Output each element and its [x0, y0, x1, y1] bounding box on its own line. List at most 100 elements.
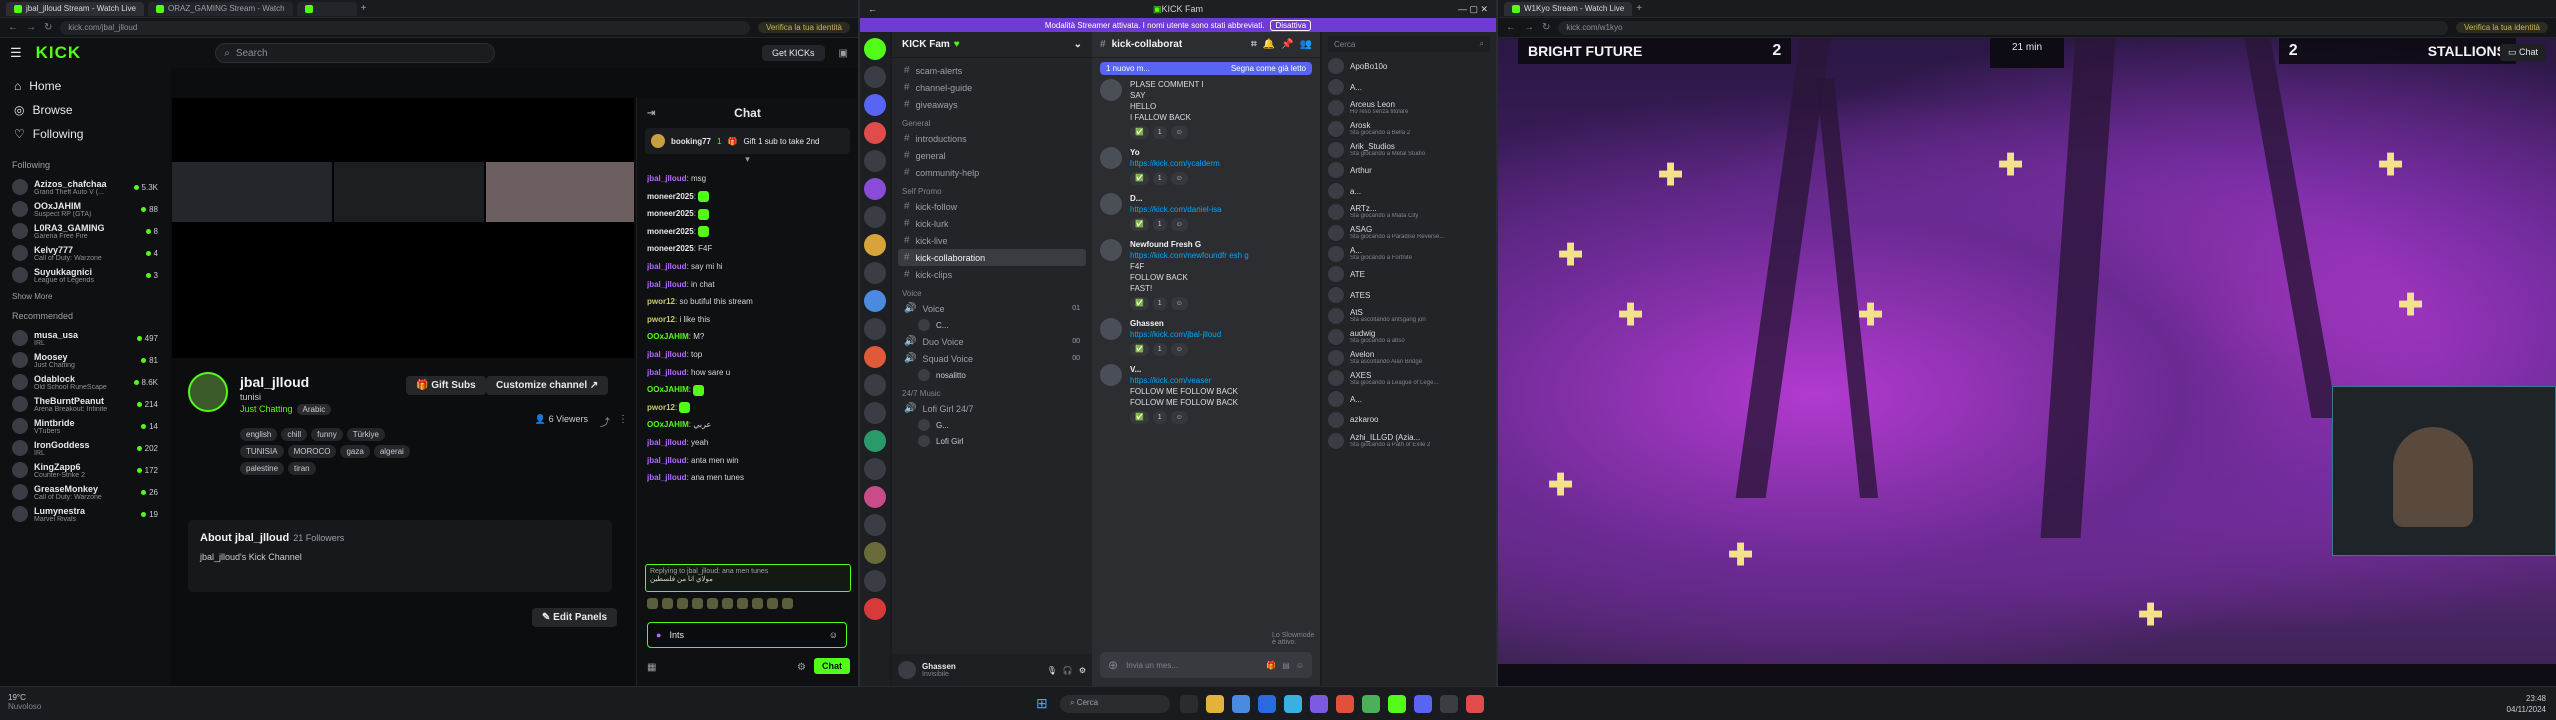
taskbar-app-icon[interactable]	[1284, 695, 1302, 713]
server-icon[interactable]	[864, 318, 886, 340]
new-tab-icon[interactable]: +	[361, 3, 367, 14]
gif-icon[interactable]: ▤	[1282, 661, 1290, 670]
server-icon[interactable]	[864, 66, 886, 88]
nav-browse[interactable]: ◎ Browse	[8, 98, 162, 122]
member-item[interactable]: Arceus Leon Ho reso senza titolare	[1328, 98, 1490, 119]
add-attachment-icon[interactable]: ⊕	[1108, 658, 1118, 672]
taskbar-app-icon[interactable]	[1466, 695, 1484, 713]
sidebar-channel-item[interactable]: Suyukkagnici League of Legends 3	[8, 264, 162, 286]
member-item[interactable]: Arthur	[1328, 160, 1490, 181]
member-item[interactable]: ARTz... Sta giocando a Miata City	[1328, 202, 1490, 223]
back-icon[interactable]: ←	[8, 22, 18, 33]
chat-username[interactable]: OOxJAHIM	[647, 385, 689, 394]
chat-username[interactable]: OOxJAHIM	[647, 420, 689, 429]
member-item[interactable]: ATE	[1328, 264, 1490, 285]
message-link[interactable]: https://kick.com/jbal-jlloud	[1130, 329, 1221, 340]
avatar[interactable]	[1100, 193, 1122, 215]
server-icon[interactable]	[864, 262, 886, 284]
emote-icon[interactable]	[662, 598, 673, 609]
avatar[interactable]	[1100, 364, 1122, 386]
back-icon[interactable]: ←	[1506, 22, 1516, 33]
system-clock[interactable]: 23:48 04/11/2024	[2507, 693, 2546, 715]
tag-chip[interactable]: gaza	[340, 445, 370, 458]
reaction-chip[interactable]: ✅	[1130, 297, 1149, 310]
channel-item[interactable]: # community-help	[898, 164, 1086, 181]
tag-chip[interactable]: palestine	[240, 462, 285, 475]
emote-icon[interactable]	[677, 598, 688, 609]
voice-user[interactable]: G...	[898, 417, 1086, 433]
taskbar-app-icon[interactable]	[1232, 695, 1250, 713]
channel-item[interactable]: # general	[898, 147, 1086, 164]
member-item[interactable]: Azhi_ILLGD (Azia... Sta giocando a Path o…	[1328, 430, 1490, 451]
nav-following[interactable]: ♡ Following	[8, 122, 162, 146]
channel-item[interactable]: # scam-alerts	[898, 62, 1086, 79]
emote-icon[interactable]	[647, 598, 658, 609]
tag-chip[interactable]: Türkiye	[346, 428, 385, 441]
reload-icon[interactable]: ↻	[44, 22, 52, 33]
taskbar-search[interactable]: ⌕ Cerca	[1060, 695, 1170, 713]
server-icon[interactable]	[864, 570, 886, 592]
reload-icon[interactable]: ↻	[1542, 22, 1550, 33]
chat-username[interactable]: moneer2025	[647, 192, 694, 201]
headphones-icon[interactable]: 🎧	[1063, 666, 1073, 675]
pinned-gift-banner[interactable]: booking77 1 🎁 Gift 1 sub to take 2nd	[645, 128, 850, 154]
edit-panels-button[interactable]: ✎ Edit Panels	[532, 608, 618, 627]
sidebar-channel-item[interactable]: OOxJAHIM Suspect RP (GTA) 88	[8, 198, 162, 220]
customize-channel-button[interactable]: Customize channel ↗	[486, 376, 609, 395]
nav-home[interactable]: ⌂ Home	[8, 74, 162, 98]
reaction-chip[interactable]: ✅	[1130, 218, 1149, 231]
tag-chip[interactable]: chill	[281, 428, 308, 441]
channel-category[interactable]: General	[898, 113, 1086, 130]
collapse-chat-icon[interactable]: ⇥	[647, 108, 655, 119]
message-link[interactable]: https://kick.com/ycalderm	[1130, 158, 1220, 169]
avatar[interactable]	[1100, 318, 1122, 340]
sidebar-channel-item[interactable]: Azizos_chafchaa Grand Theft Auto V (... 5.…	[8, 176, 162, 198]
voice-channel[interactable]: 🔊 Duo Voice 00	[898, 333, 1086, 350]
taskbar-app-icon[interactable]	[1310, 695, 1328, 713]
reaction-chip[interactable]: 1	[1152, 343, 1167, 356]
tag-chip[interactable]: TUNISIA	[240, 445, 284, 458]
user-menu-icon[interactable]: ▣	[839, 48, 848, 59]
search-input[interactable]: ⌕ Search	[215, 43, 496, 63]
server-icon[interactable]	[864, 346, 886, 368]
emote-icon[interactable]	[737, 598, 748, 609]
server-icon[interactable]	[864, 486, 886, 508]
video-player[interactable]	[172, 98, 634, 358]
voice-user[interactable]: C...	[898, 317, 1086, 333]
reaction-chip[interactable]: ✅	[1130, 126, 1149, 139]
hamburger-menu-icon[interactable]: ☰	[10, 45, 22, 61]
voice-channel[interactable]: 🔊 Lofi Girl 24/7	[898, 400, 1086, 417]
server-icon[interactable]	[864, 122, 886, 144]
chat-username[interactable]: moneer2025	[647, 209, 694, 218]
chat-username[interactable]: pwor12	[647, 403, 675, 412]
back-icon[interactable]: ←	[868, 4, 877, 14]
server-icon[interactable]	[864, 402, 886, 424]
channel-category[interactable]: 24/7 Music	[898, 383, 1086, 400]
server-icon[interactable]	[864, 178, 886, 200]
open-chat-button[interactable]: ▭ Chat	[2499, 44, 2546, 61]
tag-chip[interactable]: tiran	[288, 462, 316, 475]
gift-icon[interactable]: ▦	[647, 662, 656, 673]
server-icon[interactable]	[864, 38, 886, 60]
members-icon[interactable]: 👥	[1300, 39, 1312, 50]
reaction-chip[interactable]: 1	[1152, 411, 1167, 424]
member-item[interactable]: AXES Sta giocando a League of Lege...	[1328, 368, 1490, 389]
emoji-icon[interactable]: ☺	[829, 630, 838, 640]
new-tab-icon[interactable]: +	[1636, 3, 1642, 14]
server-header[interactable]: KICK Fam ♥ ⌄	[892, 32, 1092, 58]
browser-tab[interactable]	[296, 1, 357, 16]
new-messages-bar[interactable]: 1 nuovo m... Segna come già letto	[1100, 62, 1312, 75]
thread-icon[interactable]: ⌗	[1251, 39, 1257, 50]
member-item[interactable]: Arosk Sta giocando a Bella 2	[1328, 118, 1490, 139]
windows-start-icon[interactable]: ⊞	[1036, 695, 1054, 713]
sidebar-channel-item[interactable]: Lumynestra Marvel Rivals 19	[8, 503, 162, 525]
forward-icon[interactable]: →	[1524, 22, 1534, 33]
channel-category[interactable]: Self Promo	[898, 181, 1086, 198]
url-field[interactable]: kick.com/w1kyo	[1558, 20, 2448, 35]
server-icon[interactable]	[864, 94, 886, 116]
reaction-chip[interactable]: 1	[1152, 126, 1167, 139]
reaction-chip[interactable]: ✅	[1130, 411, 1149, 424]
taskbar-app-icon[interactable]	[1414, 695, 1432, 713]
pin-icon[interactable]: 📌	[1281, 39, 1293, 50]
member-item[interactable]: audwig Sta giocando a abso	[1328, 326, 1490, 347]
